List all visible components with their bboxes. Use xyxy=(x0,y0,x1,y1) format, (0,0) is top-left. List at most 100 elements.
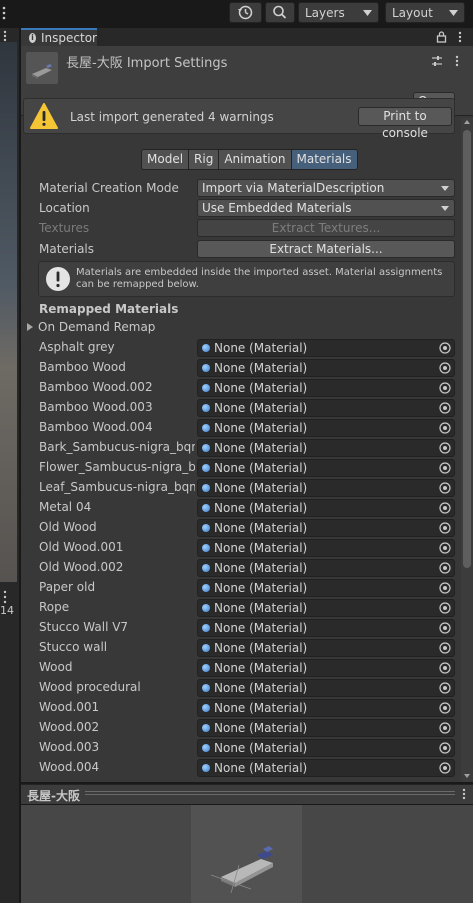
object-picker-icon[interactable] xyxy=(438,601,452,615)
material-object-field[interactable]: None (Material) xyxy=(197,639,455,657)
material-object-field[interactable]: None (Material) xyxy=(197,479,455,497)
object-picker-icon[interactable] xyxy=(438,341,452,355)
object-picker-icon[interactable] xyxy=(438,561,452,575)
on-demand-remap-foldout[interactable]: On Demand Remap xyxy=(27,320,155,334)
object-picker-icon[interactable] xyxy=(438,361,452,375)
material-sphere-icon xyxy=(202,724,210,732)
object-picker-icon[interactable] xyxy=(438,761,452,775)
material-row: Wood procedural None (Material) xyxy=(21,678,461,698)
material-row: Metal 04 None (Material) xyxy=(21,498,461,518)
material-object-field[interactable]: None (Material) xyxy=(197,379,455,397)
layout-label: Layout xyxy=(392,5,433,20)
model-preview-image xyxy=(210,846,273,894)
tab-menu-icon[interactable] xyxy=(457,31,463,43)
search-icon xyxy=(273,5,287,19)
material-object-field[interactable]: None (Material) xyxy=(197,699,455,717)
material-object-field[interactable]: None (Material) xyxy=(197,459,455,477)
toolbar-menu-icon[interactable] xyxy=(0,6,8,20)
material-creation-mode-dropdown[interactable]: Import via MaterialDescription xyxy=(197,179,455,197)
object-picker-icon[interactable] xyxy=(438,441,452,455)
material-value: None (Material) xyxy=(214,341,308,355)
object-picker-icon[interactable] xyxy=(438,641,452,655)
material-object-field[interactable]: None (Material) xyxy=(197,579,455,597)
history-button[interactable] xyxy=(229,2,262,23)
material-row: Bamboo Wood.004 None (Material) xyxy=(21,418,461,438)
layers-dropdown[interactable]: Layers xyxy=(298,2,379,23)
object-picker-icon[interactable] xyxy=(438,621,452,635)
object-picker-icon[interactable] xyxy=(438,661,452,675)
preview-header[interactable]: 長屋-大阪 xyxy=(21,784,473,804)
object-picker-icon[interactable] xyxy=(438,581,452,595)
search-button[interactable] xyxy=(265,2,295,23)
scrollbar-thumb[interactable] xyxy=(463,130,471,568)
material-name: Metal 04 xyxy=(39,500,92,514)
drag-handle[interactable] xyxy=(85,791,455,795)
object-picker-icon[interactable] xyxy=(438,481,452,495)
material-object-field[interactable]: None (Material) xyxy=(197,359,455,377)
tab-animation[interactable]: Animation xyxy=(219,150,292,169)
object-picker-icon[interactable] xyxy=(438,381,452,395)
material-object-field[interactable]: None (Material) xyxy=(197,519,455,537)
object-picker-icon[interactable] xyxy=(438,681,452,695)
warning-text: Last import generated 4 warnings xyxy=(70,110,274,124)
header-menu-icon[interactable] xyxy=(454,55,460,67)
object-picker-icon[interactable] xyxy=(438,721,452,735)
object-picker-icon[interactable] xyxy=(438,501,452,515)
material-object-field[interactable]: None (Material) xyxy=(197,679,455,697)
print-to-console-button[interactable]: Print to console xyxy=(358,107,452,140)
material-object-field[interactable]: None (Material) xyxy=(197,499,455,517)
vertical-scrollbar[interactable] xyxy=(461,118,473,782)
layout-dropdown[interactable]: Layout xyxy=(385,2,465,23)
object-picker-icon[interactable] xyxy=(438,421,452,435)
tab-inspector[interactable]: i Inspector xyxy=(21,28,97,46)
model-asset-icon xyxy=(26,52,58,84)
scroll-up-icon[interactable] xyxy=(464,120,470,124)
material-object-field[interactable]: None (Material) xyxy=(197,339,455,357)
material-object-field[interactable]: None (Material) xyxy=(197,399,455,417)
materials-label: Materials xyxy=(39,242,95,256)
lock-icon[interactable] xyxy=(436,30,447,43)
material-value: None (Material) xyxy=(214,761,308,775)
tab-model[interactable]: Model xyxy=(142,150,190,169)
object-picker-icon[interactable] xyxy=(438,401,452,415)
textures-label: Textures xyxy=(39,221,90,235)
material-object-field[interactable]: None (Material) xyxy=(197,539,455,557)
extract-materials-button[interactable]: Extract Materials... xyxy=(197,240,455,258)
material-name: Wood.002 xyxy=(39,720,100,734)
material-object-field[interactable]: None (Material) xyxy=(197,559,455,577)
tab-materials[interactable]: Materials xyxy=(291,150,357,169)
material-object-field[interactable]: None (Material) xyxy=(197,659,455,677)
location-value: Use Embedded Materials xyxy=(202,201,352,215)
object-picker-icon[interactable] xyxy=(438,741,452,755)
object-picker-icon[interactable] xyxy=(438,521,452,535)
material-row: Old Wood.001 None (Material) xyxy=(21,538,461,558)
material-name: Wood xyxy=(39,660,73,674)
material-value: None (Material) xyxy=(214,721,308,735)
scroll-down-icon[interactable] xyxy=(464,774,470,778)
material-object-field[interactable]: None (Material) xyxy=(197,739,455,757)
preset-sliders-icon[interactable] xyxy=(431,55,443,67)
material-object-field[interactable]: None (Material) xyxy=(197,599,455,617)
preview-menu-icon[interactable] xyxy=(461,788,467,800)
location-dropdown[interactable]: Use Embedded Materials xyxy=(197,199,455,217)
material-row: Flower_Sambucus-nigra_bqm None (Material) xyxy=(21,458,461,478)
material-sphere-icon xyxy=(202,604,210,612)
material-object-field[interactable]: None (Material) xyxy=(197,619,455,637)
material-object-field[interactable]: None (Material) xyxy=(197,439,455,457)
tab-rig[interactable]: Rig xyxy=(189,150,220,169)
object-picker-icon[interactable] xyxy=(438,701,452,715)
material-row: Bark_Sambucus-nigra_bqm None (Material) xyxy=(21,438,461,458)
material-object-field[interactable]: None (Material) xyxy=(197,759,455,777)
object-picker-icon[interactable] xyxy=(438,541,452,555)
scene-view[interactable] xyxy=(0,42,17,582)
material-name: Bamboo Wood.004 xyxy=(39,420,153,434)
preview-area xyxy=(21,805,473,903)
object-picker-icon[interactable] xyxy=(438,461,452,475)
panel-menu-icon[interactable] xyxy=(0,30,17,42)
material-object-field[interactable]: None (Material) xyxy=(197,419,455,437)
material-object-field[interactable]: None (Material) xyxy=(197,719,455,737)
info-text: Materials are embedded inside the import… xyxy=(76,267,443,290)
panel-menu-icon[interactable] xyxy=(0,590,17,604)
model-preview[interactable] xyxy=(191,805,302,903)
material-value: None (Material) xyxy=(214,741,308,755)
